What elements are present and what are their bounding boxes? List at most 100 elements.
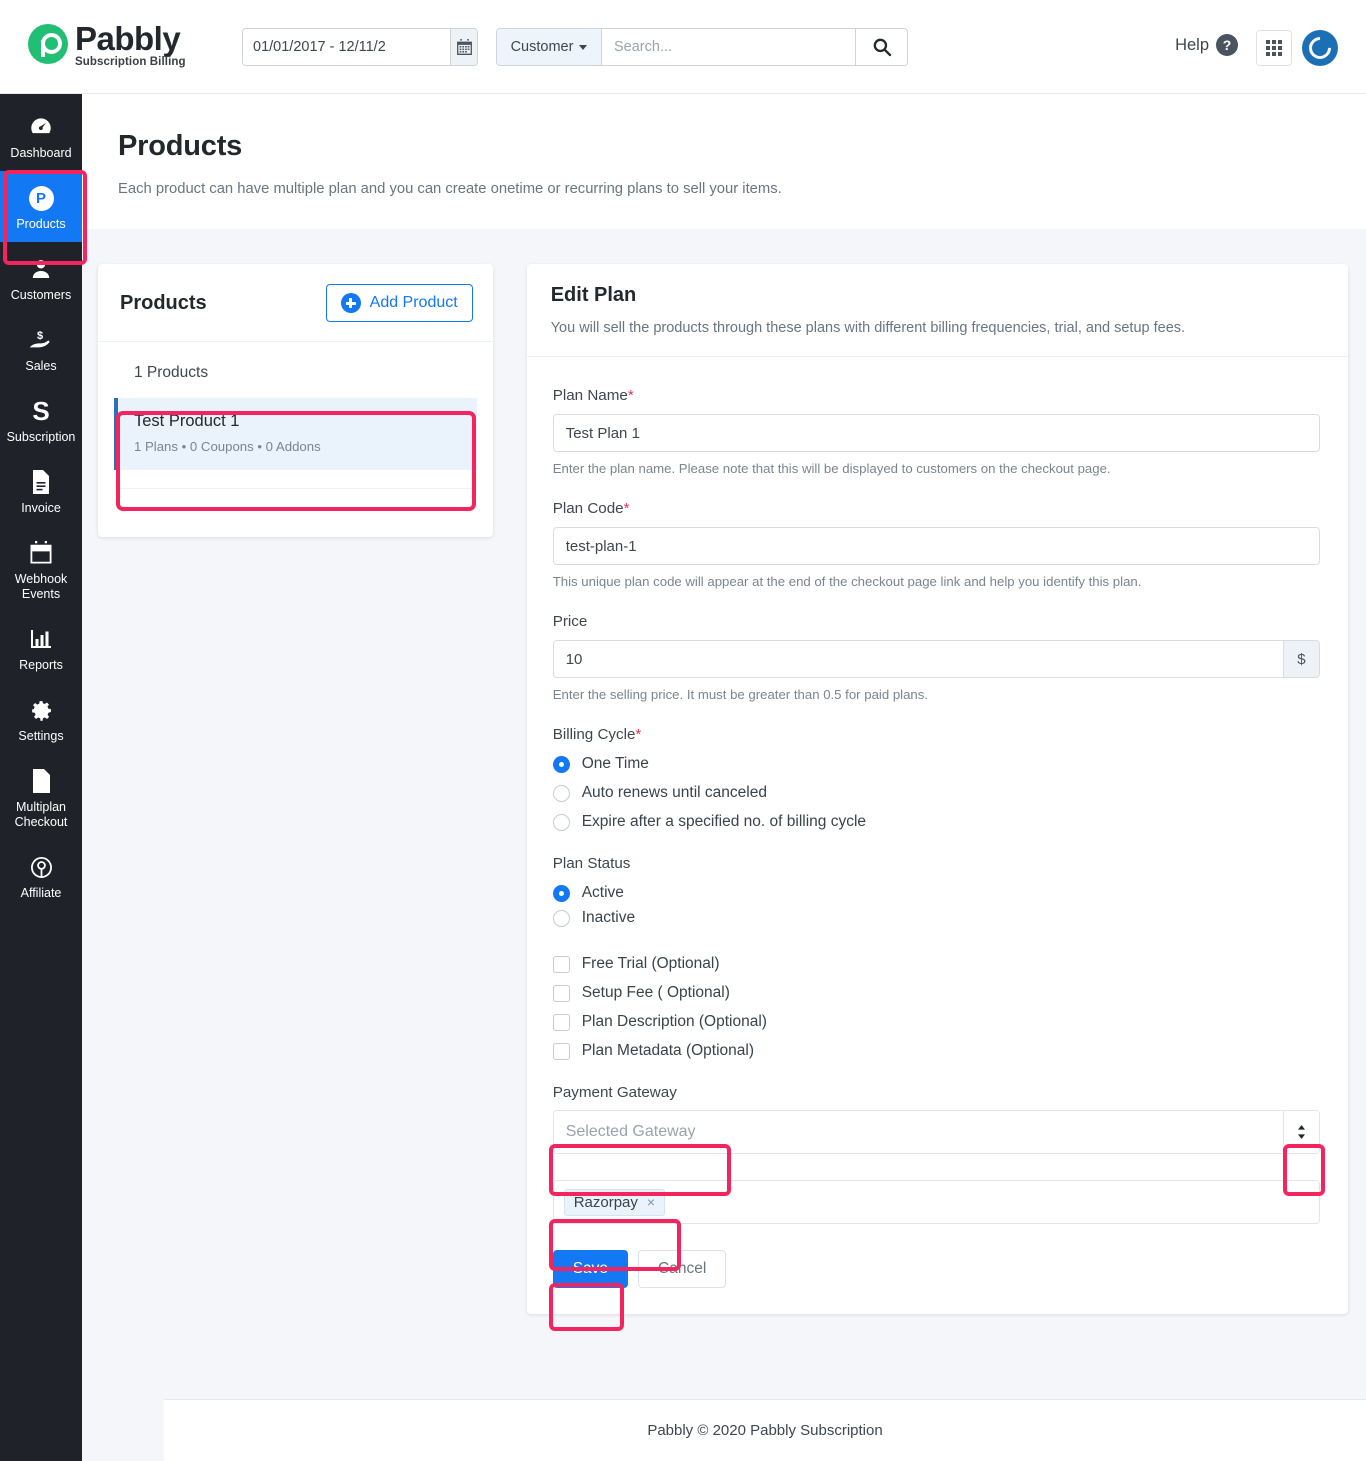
question-circle-icon: ? bbox=[1216, 34, 1238, 56]
product-list-item[interactable]: Test Product 1 1 Plans • 0 Coupons • 0 A… bbox=[114, 398, 477, 470]
payment-gateway-select[interactable]: Selected Gateway bbox=[552, 1110, 1284, 1154]
checkbox-label: Plan Metadata (Optional) bbox=[581, 1042, 755, 1059]
date-range-input[interactable] bbox=[243, 29, 450, 65]
sidebar-item-products[interactable]: P Products bbox=[0, 171, 82, 242]
plan-code-label-text: Plan Code bbox=[552, 500, 624, 517]
pabbly-logo-icon bbox=[28, 24, 68, 64]
radio-icon-selected bbox=[552, 755, 570, 773]
sidebar-item-webhook-events[interactable]: Webhook Events bbox=[0, 526, 82, 612]
sidebar-item-sales[interactable]: $ Sales bbox=[0, 313, 82, 384]
add-product-label: Add Product bbox=[369, 294, 458, 311]
search-input[interactable] bbox=[602, 29, 855, 65]
sidebar-item-label: Subscription bbox=[6, 430, 76, 444]
payment-gateway-group: Payment Gateway Selected Gateway Razorpa… bbox=[552, 1084, 1320, 1224]
price-input[interactable] bbox=[552, 640, 1284, 678]
brand-name: Pabbly bbox=[75, 20, 181, 57]
radio-label: Auto renews until canceled bbox=[581, 784, 767, 801]
checkbox-label: Plan Description (Optional) bbox=[581, 1013, 767, 1030]
plan-name-field-group: Plan Name* Enter the plan name. Please n… bbox=[552, 387, 1320, 476]
sidebar-item-multiplan-checkout[interactable]: Multiplan Checkout bbox=[0, 754, 82, 840]
invoice-document-icon bbox=[2, 467, 80, 497]
checkbox-label: Setup Fee ( Optional) bbox=[581, 984, 730, 1001]
brand-logo[interactable]: Pabbly Subscription Billing bbox=[28, 22, 186, 69]
radio-status-inactive[interactable]: Inactive bbox=[552, 909, 1320, 927]
sidebar-item-dashboard[interactable]: Dashboard bbox=[0, 100, 82, 171]
page-header: Products Each product can have multiple … bbox=[82, 94, 1366, 229]
radio-label: One Time bbox=[581, 755, 649, 772]
page-subtitle: Each product can have multiple plan and … bbox=[118, 181, 782, 197]
checkbox-plan-metadata[interactable]: Plan Metadata (Optional) bbox=[552, 1042, 1320, 1060]
sidebar-item-customers[interactable]: Customers bbox=[0, 242, 82, 313]
sidebar-item-affiliate[interactable]: Affiliate bbox=[0, 840, 82, 911]
sidebar-item-reports[interactable]: Reports bbox=[0, 612, 82, 683]
plan-status-group: Plan Status Active Inactive bbox=[552, 855, 1320, 927]
payment-gateway-select-wrap: Selected Gateway bbox=[552, 1110, 1320, 1154]
checkbox-free-trial[interactable]: Free Trial (Optional) bbox=[552, 955, 1320, 973]
sidebar-item-invoice[interactable]: Invoice bbox=[0, 455, 82, 526]
billing-cycle-group: Billing Cycle* One Time Auto renews unti… bbox=[552, 726, 1320, 831]
product-meta: 1 Plans • 0 Coupons • 0 Addons bbox=[134, 439, 321, 454]
save-button[interactable]: Save bbox=[552, 1250, 629, 1288]
radio-billing-expire-after[interactable]: Expire after a specified no. of billing … bbox=[552, 813, 1320, 831]
price-field-group: Price $ Enter the selling price. It must… bbox=[552, 613, 1320, 702]
gateway-tag-razorpay[interactable]: Razorpay × bbox=[563, 1188, 666, 1216]
products-panel: Products Add Product 1 Products Test Pro… bbox=[98, 264, 493, 537]
apps-grid-button[interactable] bbox=[1256, 30, 1292, 66]
updown-spinner-icon[interactable] bbox=[1284, 1110, 1320, 1154]
checkbox-icon bbox=[552, 984, 570, 1002]
account-avatar-icon[interactable] bbox=[1302, 30, 1338, 66]
radio-billing-one-time[interactable]: One Time bbox=[552, 755, 1320, 773]
billing-cycle-label-text: Billing Cycle bbox=[552, 726, 636, 743]
main-content: Products Each product can have multiple … bbox=[82, 94, 1366, 1461]
products-count: 1 Products bbox=[134, 364, 209, 381]
sidebar-item-label: Dashboard bbox=[10, 146, 72, 160]
checkbox-icon bbox=[552, 1013, 570, 1031]
grid-apps-icon bbox=[1266, 40, 1282, 56]
add-product-button[interactable]: Add Product bbox=[325, 284, 473, 322]
calendar-icon[interactable] bbox=[450, 29, 477, 65]
radio-billing-auto-renew[interactable]: Auto renews until canceled bbox=[552, 784, 1320, 802]
page-footer: Pabbly © 2020 Pabbly Subscription bbox=[164, 1399, 1366, 1461]
plan-name-label-text: Plan Name bbox=[552, 387, 628, 404]
user-icon bbox=[2, 254, 80, 284]
help-button[interactable]: Help ? bbox=[1175, 34, 1238, 56]
date-range-picker[interactable] bbox=[242, 28, 478, 66]
chevron-down-icon bbox=[579, 44, 588, 50]
content-area: Products Add Product 1 Products Test Pro… bbox=[82, 229, 1366, 1461]
help-label: Help bbox=[1175, 35, 1209, 54]
svg-text:$: $ bbox=[37, 330, 43, 342]
search-scope-label: Customer bbox=[510, 39, 574, 55]
plan-code-input[interactable] bbox=[552, 527, 1320, 565]
page-title: Products bbox=[118, 130, 243, 162]
sidebar-nav: Dashboard P Products Customers $ Sales S… bbox=[0, 94, 82, 1461]
radio-icon bbox=[552, 909, 570, 927]
selected-gateways-box[interactable]: Razorpay × bbox=[552, 1180, 1320, 1224]
radio-status-active[interactable]: Active bbox=[552, 884, 1320, 902]
checkbox-setup-fee[interactable]: Setup Fee ( Optional) bbox=[552, 984, 1320, 1002]
dashboard-gauge-icon bbox=[2, 112, 80, 142]
currency-symbol: $ bbox=[1283, 640, 1320, 678]
close-x-icon[interactable]: × bbox=[647, 1194, 655, 1210]
gear-icon bbox=[2, 695, 80, 725]
plan-name-hint: Enter the plan name. Please note that th… bbox=[552, 461, 1111, 476]
cancel-button[interactable]: Cancel bbox=[638, 1250, 727, 1288]
price-hint: Enter the selling price. It must be grea… bbox=[552, 687, 929, 702]
checkbox-icon bbox=[552, 955, 570, 973]
products-panel-footer bbox=[98, 489, 493, 537]
search-icon[interactable] bbox=[855, 29, 907, 65]
radio-label: Active bbox=[581, 884, 624, 901]
products-panel-header: Products Add Product bbox=[98, 264, 493, 342]
sidebar-item-settings[interactable]: Settings bbox=[0, 683, 82, 754]
hand-money-icon: $ bbox=[2, 325, 80, 355]
sidebar-item-label: Affiliate bbox=[20, 886, 62, 900]
plan-name-input[interactable] bbox=[552, 414, 1320, 452]
brand-subtitle: Subscription Billing bbox=[75, 56, 186, 68]
radio-label: Inactive bbox=[581, 909, 636, 926]
payment-gateway-label: Payment Gateway bbox=[552, 1084, 677, 1101]
checkbox-plan-description[interactable]: Plan Description (Optional) bbox=[552, 1013, 1320, 1031]
calendar-events-icon bbox=[2, 538, 80, 568]
gateway-tag-label: Razorpay bbox=[573, 1193, 638, 1211]
search-scope-dropdown[interactable]: Customer bbox=[497, 29, 602, 65]
sidebar-item-label: Settings bbox=[18, 729, 64, 743]
sidebar-item-subscription[interactable]: S Subscription bbox=[0, 384, 82, 455]
